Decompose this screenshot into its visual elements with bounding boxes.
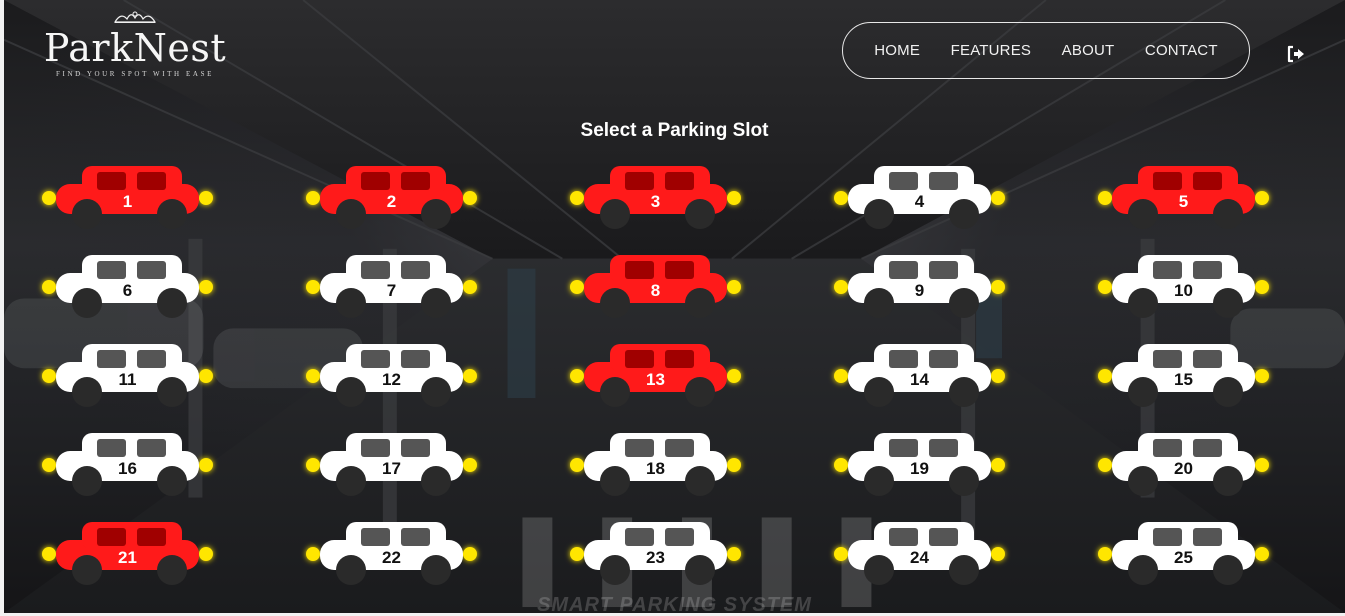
slot-number: 24 — [910, 548, 929, 567]
slot-number: 22 — [382, 548, 401, 567]
parking-slot-2[interactable]: 2 — [304, 160, 479, 235]
slot-number: 17 — [382, 459, 401, 478]
parking-slot-12[interactable]: 12 — [304, 338, 479, 413]
parking-slot-10[interactable]: 10 — [1096, 249, 1271, 324]
slot-number: 25 — [1174, 548, 1193, 567]
background-watermark: SMART PARKING SYSTEM — [537, 594, 812, 616]
nav-about[interactable]: ABOUT — [1062, 42, 1115, 59]
parking-slot-18[interactable]: 18 — [568, 427, 743, 502]
brand-name: ParkNest — [43, 26, 227, 70]
parking-slot-3[interactable]: 3 — [568, 160, 743, 235]
slot-number: 15 — [1174, 370, 1193, 389]
parking-slot-14[interactable]: 14 — [832, 338, 1007, 413]
crown-icon — [113, 11, 157, 23]
parking-slot-1[interactable]: 1 — [40, 160, 215, 235]
parking-slot-25[interactable]: 25 — [1096, 516, 1271, 591]
parking-slot-11[interactable]: 11 — [40, 338, 215, 413]
slot-number: 10 — [1174, 281, 1193, 300]
page-title: Select a Parking Slot — [580, 120, 769, 141]
parking-slot-13[interactable]: 13 — [568, 338, 743, 413]
brand-logo[interactable]: ParkNest FIND YOUR SPOT WITH EASE — [40, 10, 230, 78]
parking-slot-17[interactable]: 17 — [304, 427, 479, 502]
parking-slot-6[interactable]: 6 — [40, 249, 215, 324]
parking-slot-5[interactable]: 5 — [1096, 160, 1271, 235]
brand-tagline: FIND YOUR SPOT WITH EASE — [56, 70, 214, 78]
slot-number: 6 — [122, 281, 133, 300]
slot-number: 3 — [650, 192, 661, 211]
slot-number: 13 — [646, 370, 665, 389]
nav-contact[interactable]: CONTACT — [1145, 42, 1218, 59]
slot-number: 12 — [382, 370, 401, 389]
nav-features[interactable]: FEATURES — [951, 42, 1032, 59]
parking-slot-4[interactable]: 4 — [832, 160, 1007, 235]
slot-number: 21 — [118, 548, 137, 567]
slot-number: 7 — [386, 281, 397, 300]
slot-number: 1 — [122, 192, 133, 211]
parking-slot-15[interactable]: 15 — [1096, 338, 1271, 413]
parking-slot-16[interactable]: 16 — [40, 427, 215, 502]
parking-slot-20[interactable]: 20 — [1096, 427, 1271, 502]
slot-number: 9 — [914, 281, 925, 300]
slot-number: 23 — [646, 548, 665, 567]
parking-slot-8[interactable]: 8 — [568, 249, 743, 324]
app-frame: ParkNest FIND YOUR SPOT WITH EASE HOME F… — [0, 0, 1345, 616]
slot-number: 20 — [1174, 459, 1193, 478]
parking-slot-9[interactable]: 9 — [832, 249, 1007, 324]
parking-slot-22[interactable]: 22 — [304, 516, 479, 591]
logout-icon — [1287, 45, 1304, 63]
nav-home[interactable]: HOME — [874, 42, 920, 59]
slot-number: 4 — [914, 192, 925, 211]
slot-number: 16 — [118, 459, 137, 478]
main-nav: HOME FEATURES ABOUT CONTACT — [842, 22, 1250, 79]
parking-slot-23[interactable]: 23 — [568, 516, 743, 591]
slot-number: 11 — [118, 370, 137, 389]
slot-number: 14 — [910, 370, 929, 389]
header: ParkNest FIND YOUR SPOT WITH EASE HOME F… — [4, 0, 1345, 110]
slot-number: 2 — [386, 192, 397, 211]
parking-slot-19[interactable]: 19 — [832, 427, 1007, 502]
slot-number: 18 — [646, 459, 665, 478]
slot-number: 19 — [910, 459, 929, 478]
parking-slot-21[interactable]: 21 — [40, 516, 215, 591]
slot-number: 5 — [1178, 192, 1189, 211]
parking-slot-7[interactable]: 7 — [304, 249, 479, 324]
parking-slot-24[interactable]: 24 — [832, 516, 1007, 591]
logout-button[interactable] — [1286, 44, 1306, 64]
slot-number: 8 — [650, 281, 661, 300]
parking-slot-grid: 1 2 3 4 5 6 7 8 9 10 11 12 13 14 15 16 17 18 19 20 21 22 23 24 2… — [40, 160, 1280, 600]
